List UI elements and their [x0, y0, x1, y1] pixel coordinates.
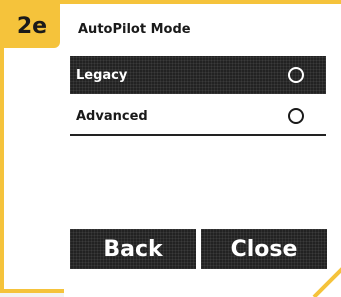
- manual-step-frame: 2e AutoPilot Mode Legacy Advanced Back C…: [0, 0, 341, 297]
- close-button[interactable]: Close: [201, 229, 327, 269]
- step-number: 2e: [16, 13, 48, 39]
- option-label: Legacy: [76, 67, 128, 83]
- step-badge: 2e: [4, 4, 60, 48]
- option-advanced[interactable]: Advanced: [70, 98, 326, 136]
- device-screen: AutoPilot Mode Legacy Advanced Back Clos…: [64, 4, 341, 297]
- screen-title: AutoPilot Mode: [78, 22, 191, 37]
- back-button[interactable]: Back: [70, 229, 196, 269]
- radio-icon: [288, 108, 304, 124]
- option-label: Advanced: [76, 108, 148, 124]
- option-legacy[interactable]: Legacy: [70, 56, 326, 94]
- radio-icon: [288, 67, 304, 83]
